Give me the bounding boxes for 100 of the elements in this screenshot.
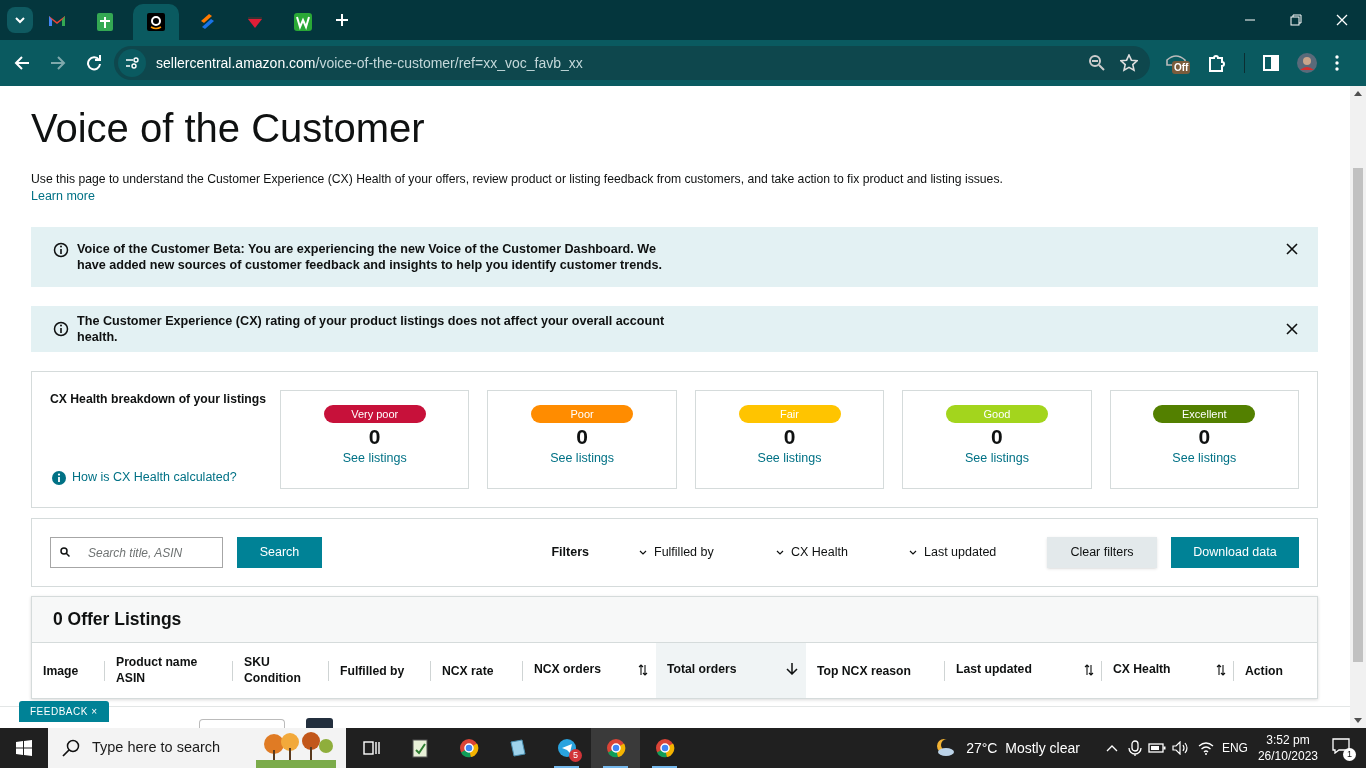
scrollbar[interactable] [1350,86,1366,728]
scroll-thumb[interactable] [1353,168,1363,662]
menu-icon[interactable] [1335,55,1339,71]
address-bar[interactable]: sellercentral.amazon.com/voice-of-the-customer/ref=xx_voc_favb_xx [114,46,1150,80]
note-icon [507,738,528,758]
taskbar-app[interactable] [591,728,640,768]
close-icon[interactable] [1286,323,1298,335]
listing-count: 0 [576,424,588,450]
windows-icon [16,740,32,756]
listing-count: 0 [991,424,1003,450]
forward-icon[interactable] [50,55,66,71]
page-title: Voice of the Customer [31,105,426,152]
filter-dropdown[interactable]: Fulfilled by [639,543,776,562]
column-header[interactable]: CX Health [1102,643,1234,698]
language-indicator[interactable]: ENG [1221,739,1248,757]
site-settings-icon[interactable] [118,49,146,77]
see-listings-link[interactable]: See listings [1172,450,1237,466]
new-tab-icon[interactable] [335,13,349,27]
notification-badge: 5 [569,749,582,762]
banner-message: Voice of the Customer Beta: You are experiencing the new Voice of the Customer Dashboard. We have added new sources of customer feedback and insights to help you identify customer trends. [77,241,664,273]
taskbar-search[interactable]: Type here to search [48,728,346,768]
rating-label: Good [945,405,1048,423]
star-icon[interactable] [1120,54,1138,72]
battery-icon[interactable] [1147,742,1166,754]
column-header[interactable]: Image [32,643,105,698]
feedback-tab[interactable]: FEEDBACK × [19,701,109,722]
scroll-up-icon[interactable] [1354,90,1362,96]
partial-icon [306,718,333,729]
rating-label: Fair [738,405,841,423]
column-header[interactable]: Total orders [656,643,806,698]
section-heading: CX Health breakdown of your listings [50,391,268,408]
see-listings-link[interactable]: See listings [964,450,1029,466]
weather-text[interactable]: 27°C Mostly clear [966,737,1080,759]
column-header[interactable]: NCX rate [431,643,523,698]
zoom-out-icon[interactable] [1088,54,1106,72]
search-icon [50,537,80,568]
info-icon [53,321,69,337]
chevron-down-icon [909,550,917,555]
clear-filters-button[interactable]: Clear filters [1047,537,1157,568]
close-icon[interactable] [1286,243,1298,255]
task-view-icon [360,738,381,758]
extension-icon[interactable]: Off [1166,50,1192,76]
chrome-icon [458,738,479,758]
page-description: Use this page to understand the Customer Experience (CX) Health of your offers, review product or listing feedback from customers, and take action to fix product and listing issues. [31,171,1004,188]
tile-icon [146,12,166,32]
see-listings-link[interactable]: See listings [342,450,407,466]
listing-count: 0 [783,424,796,450]
tile-icon [293,12,313,32]
sort-icon[interactable] [638,663,648,676]
column-header[interactable]: Product name ASIN [105,643,233,698]
tab-search-button[interactable] [7,7,33,33]
browser-tab[interactable] [133,4,179,40]
extensions-icon[interactable] [1208,54,1226,72]
column-header[interactable]: NCX orders [523,643,656,698]
volume-icon[interactable] [1171,741,1190,755]
notification-count: 1 [1343,748,1356,761]
see-listings-link[interactable]: See listings [550,450,615,466]
search-placeholder: Type here to search [92,738,221,758]
table-title: 0 Offer Listings [53,608,182,632]
column-header[interactable]: Fulfilled by [329,643,431,698]
chrome-icon [605,738,626,758]
rating-label: Very poor [323,405,426,423]
chevron-up-icon[interactable] [1105,744,1118,752]
listing-count: 0 [1198,424,1211,450]
sort-icon[interactable] [1084,663,1094,676]
profile-avatar[interactable] [1297,53,1317,73]
info-icon [52,470,66,485]
tile-icon [95,12,115,32]
weather-icon[interactable] [934,737,957,759]
sort-icon[interactable] [1216,663,1226,676]
reload-icon[interactable] [86,55,102,71]
download-button[interactable]: Download data [1171,537,1299,568]
microphone-icon[interactable] [1127,740,1142,756]
wifi-icon[interactable] [1197,741,1214,755]
chevron-down-icon [776,550,784,555]
filter-dropdown[interactable]: Last updated [909,543,1037,562]
rating-label: Poor [531,405,634,423]
scroll-down-icon[interactable] [1354,718,1362,724]
column-header[interactable]: SKU Condition [233,643,329,698]
search-icon [62,739,80,757]
see-listings-link[interactable]: See listings [757,450,822,466]
url-text: sellercentral.amazon.com/voice-of-the-customer/ref=xx_voc_favb_xx [156,53,583,73]
taskbar-app[interactable]: 5 [542,728,591,768]
learn-more-link[interactable]: Learn more [31,188,95,205]
rating-label: Excellent [1153,405,1256,423]
help-link[interactable]: How is CX Health calculated? [52,468,280,487]
column-header[interactable]: Last updated [945,643,1102,698]
filter-dropdown[interactable]: CX Health [776,543,909,562]
filters-label: Filters [551,544,589,562]
search-field[interactable]: Search title, ASIN [80,537,223,568]
side-panel-icon[interactable] [1263,55,1279,71]
back-icon[interactable] [14,55,30,71]
column-header[interactable]: Action [1234,643,1304,698]
sort-down-icon[interactable] [786,662,798,675]
column-header[interactable]: Top NCX reason [806,643,945,698]
telegram-icon [556,738,577,758]
search-button[interactable]: Search [237,537,322,568]
restore-icon[interactable] [1290,14,1302,26]
clock[interactable]: 3:52 pm 26/10/2023 [1257,732,1318,764]
listing-count: 0 [368,424,381,450]
